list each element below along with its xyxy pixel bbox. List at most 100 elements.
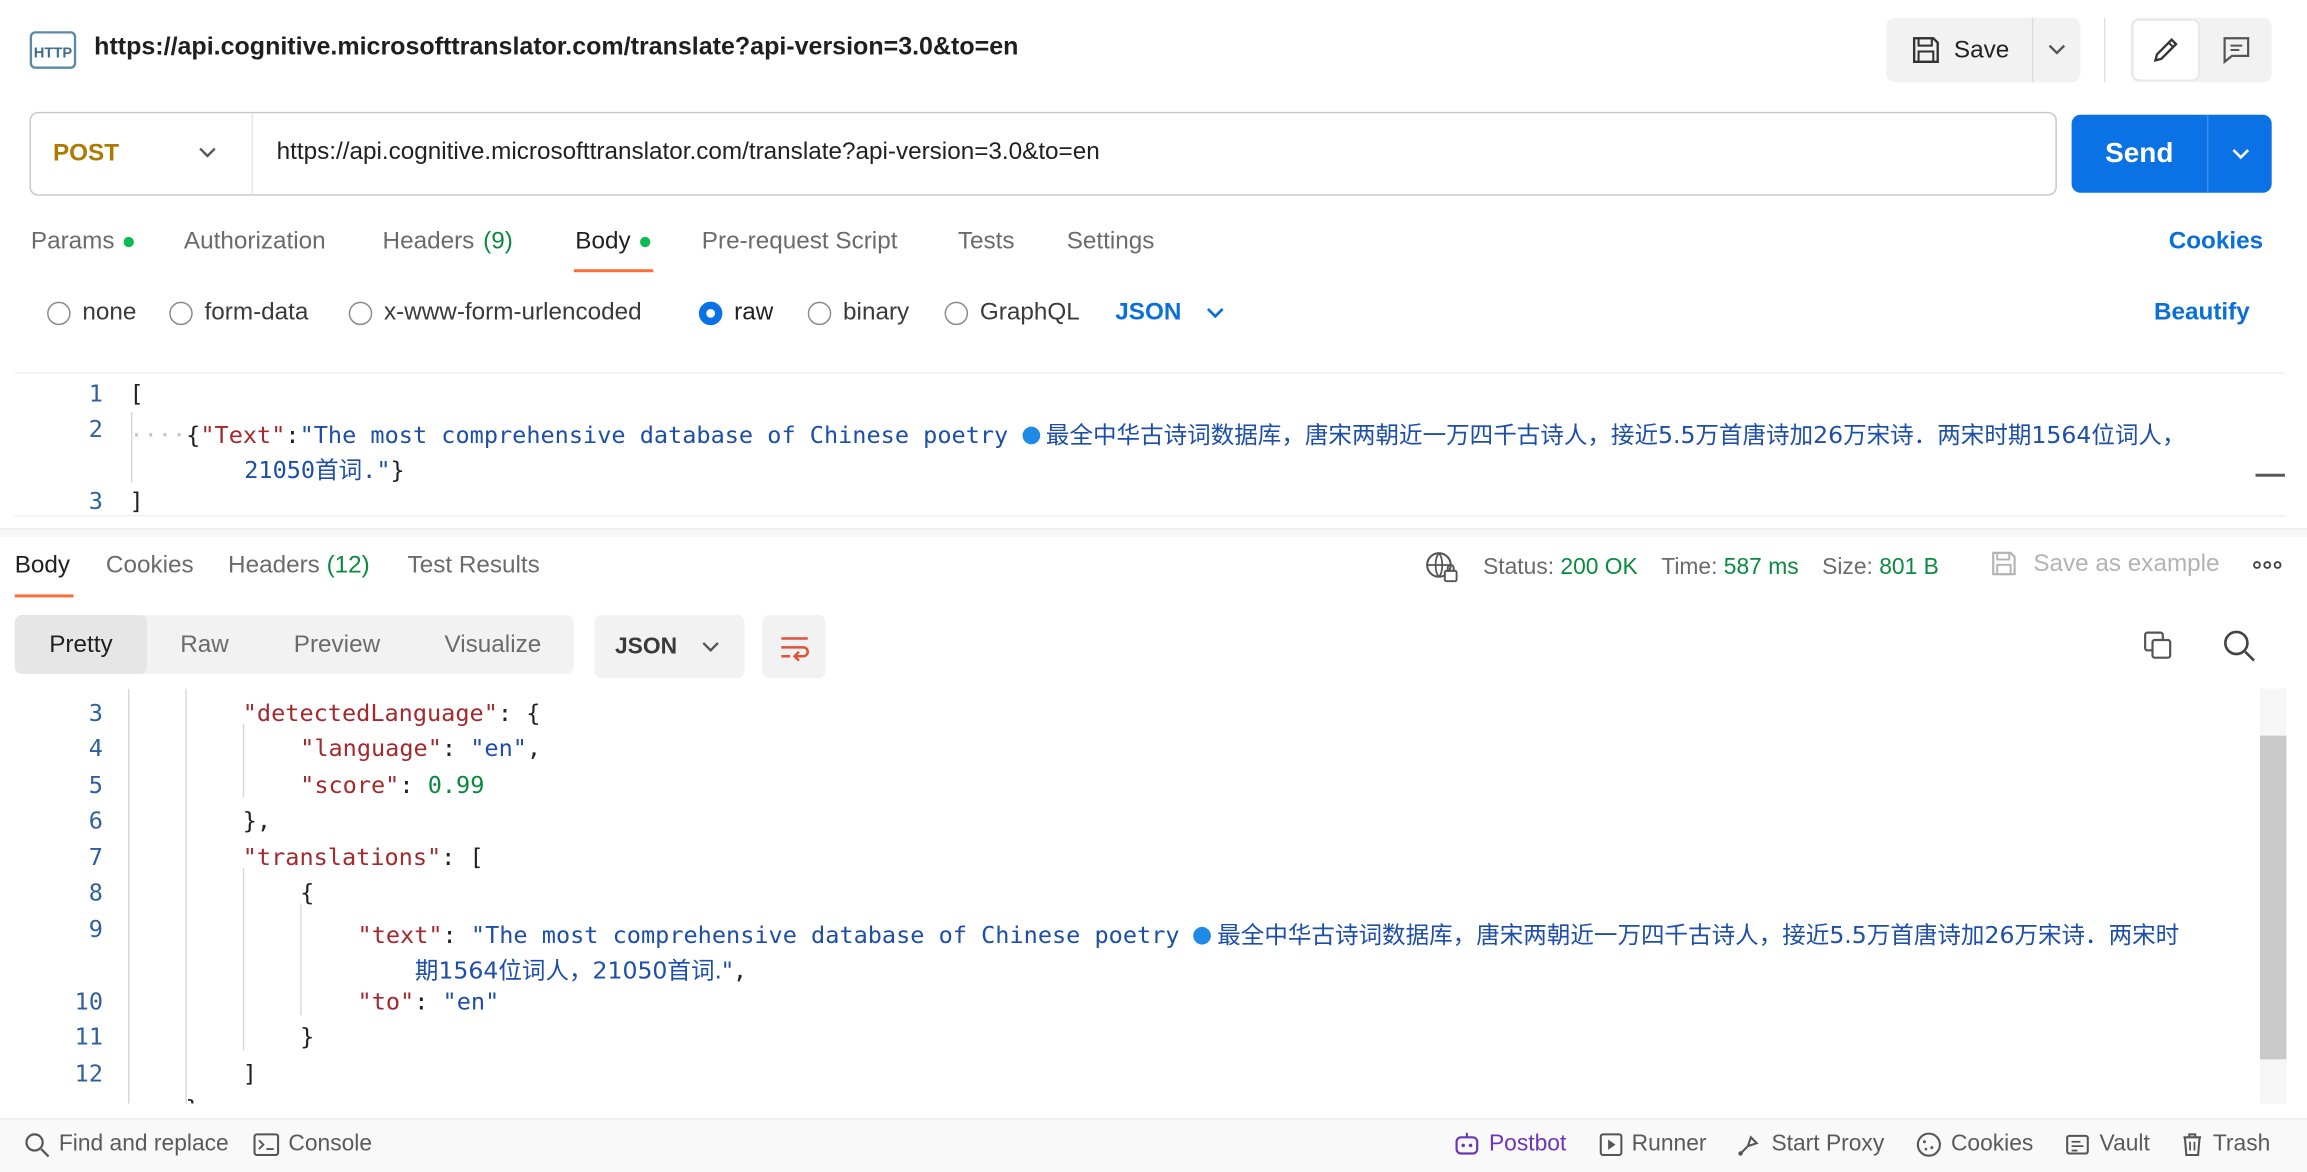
- status-dot: [639, 236, 650, 248]
- comments-button[interactable]: [2201, 18, 2272, 83]
- line-number: 8: [88, 878, 103, 907]
- line-number: 1: [88, 379, 103, 408]
- radio-circle: [169, 300, 193, 325]
- send-button[interactable]: Send: [2072, 115, 2207, 193]
- find-replace-button[interactable]: Find and replace: [24, 1131, 229, 1158]
- footer-label: Start Proxy: [1771, 1131, 1885, 1157]
- save-as-example-button[interactable]: Save as example: [1989, 549, 2220, 578]
- view-preview[interactable]: Preview: [262, 615, 412, 674]
- console-button[interactable]: Console: [253, 1131, 372, 1157]
- indent-guide: [128, 688, 130, 1104]
- request-title[interactable]: https://api.cognitive.microsofttranslato…: [94, 32, 1018, 61]
- pencil-icon: [2153, 38, 2178, 62]
- runner-button[interactable]: Runner: [1599, 1131, 1706, 1157]
- response-format-select[interactable]: JSON: [594, 615, 745, 679]
- cookies-link[interactable]: Cookies: [2169, 228, 2263, 256]
- tab-label: Headers: [382, 228, 475, 255]
- request-body-editor[interactable]: 1 2 3 [ ····{"Text":"The most comprehens…: [14, 372, 2285, 517]
- code-line: }: [300, 1022, 315, 1051]
- save-example-label: Save as example: [2033, 549, 2220, 577]
- footer-label: Find and replace: [58, 1131, 229, 1157]
- vault-button[interactable]: Vault: [2064, 1131, 2150, 1157]
- radio-urlencoded[interactable]: x-www-form-urlencoded: [348, 299, 642, 327]
- json-string: 21050首词.": [244, 456, 391, 485]
- url-input[interactable]: https://api.cognitive.microsofttranslato…: [277, 138, 1100, 166]
- response-body-viewer[interactable]: 3 4 5 6 7 8 9 10 11 12 "detectedLanguage…: [14, 688, 2260, 1104]
- footer-label: Console: [288, 1131, 373, 1157]
- more-options-icon[interactable]: [2251, 556, 2283, 574]
- chevron-down-icon: [199, 147, 216, 158]
- save-icon: [1992, 551, 2016, 576]
- trash-button[interactable]: Trash: [2180, 1131, 2270, 1157]
- radio-circle-selected: [698, 300, 723, 325]
- radio-form-data[interactable]: form-data: [169, 299, 308, 327]
- tab-prerequest-script[interactable]: Pre-request Script: [702, 228, 898, 256]
- response-status: Status: 200 OK Time: 587 ms Size: 801 B: [1424, 550, 1939, 585]
- code-line: "language": "en",: [300, 734, 542, 763]
- start-proxy-button[interactable]: Start Proxy: [1736, 1131, 1884, 1157]
- postbot-button[interactable]: Postbot: [1454, 1131, 1567, 1157]
- radio-graphql[interactable]: GraphQL: [944, 298, 1080, 327]
- cookies-footer-button[interactable]: Cookies: [1916, 1131, 2033, 1157]
- size-label: Size:: [1822, 554, 1873, 580]
- time-info[interactable]: Time: 587 ms: [1661, 555, 1798, 581]
- format-label: JSON: [615, 633, 678, 659]
- divider: [251, 113, 254, 195]
- tab-params[interactable]: Params: [31, 228, 134, 256]
- radio-none[interactable]: none: [47, 299, 136, 327]
- line-number: 12: [74, 1059, 103, 1088]
- chevron-down-icon: [2048, 44, 2066, 55]
- line-number: 7: [88, 843, 103, 872]
- radio-label: GraphQL: [979, 298, 1080, 326]
- postbot-icon: [1455, 1132, 1479, 1155]
- tab-label: Settings: [1066, 228, 1155, 255]
- size-info[interactable]: Size: 801 B: [1822, 555, 1939, 581]
- copy-icon[interactable]: [2142, 630, 2174, 662]
- footer-label: Postbot: [1488, 1131, 1567, 1157]
- search-icon[interactable]: [2222, 628, 2257, 663]
- radio-label: binary: [843, 298, 910, 326]
- comment-icon: [2223, 37, 2250, 65]
- radio-raw[interactable]: raw: [698, 299, 773, 327]
- line-number: 5: [88, 770, 103, 799]
- code-line: "translations": [: [242, 843, 484, 872]
- globe-lock-icon[interactable]: [1424, 550, 1459, 585]
- radio-circle: [944, 300, 969, 325]
- tab-headers[interactable]: Headers (9): [383, 228, 513, 256]
- svg-text:HTTP: HTTP: [34, 45, 73, 61]
- code-line: "detectedLanguage": {: [242, 698, 541, 727]
- json-string: 最全中华古诗词数据库，唐宋两朝近一万四千古诗人，接近5.5万首唐诗加26万宋诗．…: [1045, 420, 2186, 449]
- body-format-select[interactable]: JSON: [1115, 299, 1225, 327]
- view-visualize[interactable]: Visualize: [412, 615, 574, 674]
- edit-button[interactable]: [2131, 19, 2200, 81]
- cookie-icon: [1916, 1132, 1941, 1157]
- response-tab-body[interactable]: Body: [15, 552, 70, 580]
- response-tab-test-results[interactable]: Test Results: [408, 552, 540, 580]
- wrap-lines-button[interactable]: [762, 615, 826, 679]
- view-raw[interactable]: Raw: [147, 615, 262, 674]
- tab-label: Pre-request Script: [701, 228, 898, 255]
- indent-guide: [242, 723, 245, 798]
- pane-resize-handle[interactable]: [0, 528, 2307, 538]
- tab-tests[interactable]: Tests: [958, 228, 1015, 256]
- json-key: "score": [300, 770, 400, 799]
- save-button[interactable]: Save: [1886, 18, 2032, 83]
- url-bar: POST https://api.cognitive.microsofttran…: [29, 111, 2057, 196]
- view-pretty[interactable]: Pretty: [14, 615, 148, 674]
- send-options-button[interactable]: [2208, 115, 2271, 193]
- send-group: Send: [2071, 114, 2272, 193]
- response-tab-headers[interactable]: Headers (12): [228, 552, 370, 580]
- tab-body[interactable]: Body: [575, 228, 650, 256]
- radio-binary[interactable]: binary: [807, 298, 910, 327]
- tab-authorization[interactable]: Authorization: [184, 228, 326, 256]
- scrollbar-thumb[interactable]: [2259, 735, 2287, 1060]
- save-options-button[interactable]: [2033, 18, 2080, 83]
- status-info[interactable]: Status: 200 OK: [1483, 555, 1638, 581]
- code-line: {: [300, 878, 315, 907]
- code-line: ]: [129, 487, 144, 515]
- tab-settings[interactable]: Settings: [1067, 228, 1155, 256]
- code-line: ····{"Text":"The most comprehensive data…: [129, 420, 2186, 449]
- response-tab-cookies[interactable]: Cookies: [106, 552, 194, 580]
- line-number: 2: [88, 414, 103, 443]
- beautify-button[interactable]: Beautify: [2154, 299, 2250, 327]
